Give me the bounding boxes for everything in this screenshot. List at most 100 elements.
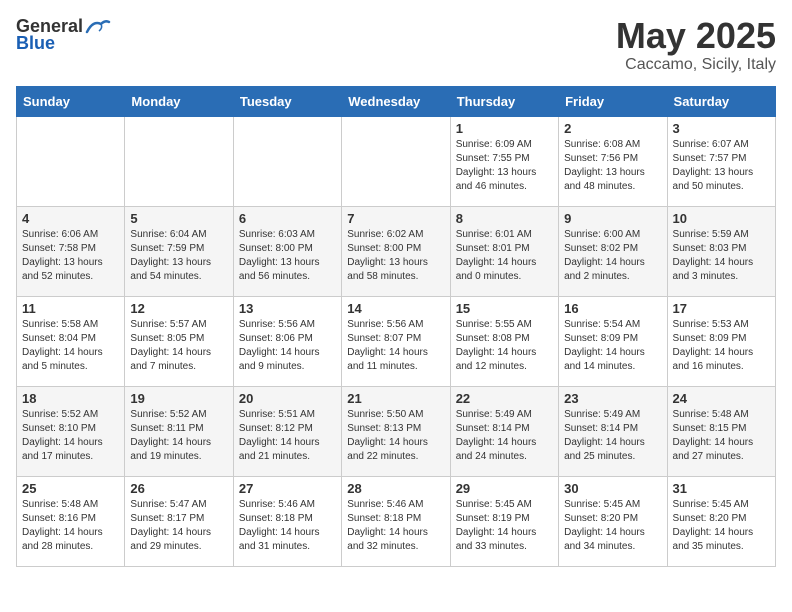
day-number: 19 (130, 391, 227, 406)
month-title: May 2025 (616, 16, 776, 56)
day-number: 16 (564, 301, 661, 316)
day-cell (233, 116, 341, 206)
col-header-monday: Monday (125, 86, 233, 116)
logo-blue: Blue (16, 33, 55, 54)
col-header-thursday: Thursday (450, 86, 558, 116)
day-info: Sunrise: 5:46 AM Sunset: 8:18 PM Dayligh… (239, 498, 336, 554)
day-number: 8 (456, 211, 553, 226)
col-header-friday: Friday (559, 86, 667, 116)
day-info: Sunrise: 5:57 AM Sunset: 8:05 PM Dayligh… (130, 318, 227, 374)
day-cell: 23Sunrise: 5:49 AM Sunset: 8:14 PM Dayli… (559, 386, 667, 476)
logo-bird-icon (85, 18, 111, 36)
day-info: Sunrise: 5:49 AM Sunset: 8:14 PM Dayligh… (456, 408, 553, 464)
day-cell: 14 Sunrise: 5:56 AM Sunset: 8:07 PM Dayli… (342, 296, 450, 386)
header-row: SundayMondayTuesdayWednesdayThursdayFrid… (17, 86, 776, 116)
day-cell (125, 116, 233, 206)
week-row-1: 1Sunrise: 6:09 AM Sunset: 7:55 PM Daylig… (17, 116, 776, 206)
page-header: General Blue May 2025 Caccamo, Sicily, I… (16, 16, 776, 74)
day-cell: 28Sunrise: 5:46 AM Sunset: 8:18 PM Dayli… (342, 476, 450, 566)
day-cell: 3 Sunrise: 6:07 AM Sunset: 7:57 PM Daylig… (667, 116, 775, 206)
day-cell: 6Sunrise: 6:03 AM Sunset: 8:00 PM Daylig… (233, 206, 341, 296)
day-info: Sunrise: 6:08 AM Sunset: 7:56 PM Dayligh… (564, 138, 661, 194)
day-cell: 21 Sunrise: 5:50 AM Sunset: 8:13 PM Dayli… (342, 386, 450, 476)
day-info: Sunrise: 5:45 AM Sunset: 8:20 PM Dayligh… (673, 498, 770, 554)
day-cell: 4 Sunrise: 6:06 AM Sunset: 7:58 PM Daylig… (17, 206, 125, 296)
day-cell: 12 Sunrise: 5:57 AM Sunset: 8:05 PM Dayli… (125, 296, 233, 386)
day-number: 13 (239, 301, 336, 316)
day-cell: 17 Sunrise: 5:53 AM Sunset: 8:09 PM Dayli… (667, 296, 775, 386)
day-info: Sunrise: 5:45 AM Sunset: 8:20 PM Dayligh… (564, 498, 661, 554)
day-info: Sunrise: 5:59 AM Sunset: 8:03 PM Dayligh… (673, 228, 770, 284)
calendar-table: SundayMondayTuesdayWednesdayThursdayFrid… (16, 86, 776, 567)
day-number: 22 (456, 391, 553, 406)
day-number: 4 (22, 211, 119, 226)
day-number: 12 (130, 301, 227, 316)
title-area: May 2025 Caccamo, Sicily, Italy (616, 16, 776, 74)
day-number: 17 (673, 301, 770, 316)
day-info: Sunrise: 5:56 AM Sunset: 8:07 PM Dayligh… (347, 318, 444, 374)
day-info: Sunrise: 5:46 AM Sunset: 8:18 PM Dayligh… (347, 498, 444, 554)
col-header-saturday: Saturday (667, 86, 775, 116)
day-cell: 22 Sunrise: 5:49 AM Sunset: 8:14 PM Dayli… (450, 386, 558, 476)
day-info: Sunrise: 6:06 AM Sunset: 7:58 PM Dayligh… (22, 228, 119, 284)
day-cell: 2 Sunrise: 6:08 AM Sunset: 7:56 PM Daylig… (559, 116, 667, 206)
day-cell: 15 Sunrise: 5:55 AM Sunset: 8:08 PM Dayli… (450, 296, 558, 386)
day-info: Sunrise: 5:49 AM Sunset: 8:14 PM Dayligh… (564, 408, 661, 464)
day-number: 6 (239, 211, 336, 226)
day-cell: 7 Sunrise: 6:02 AM Sunset: 8:00 PM Daylig… (342, 206, 450, 296)
day-cell: 10 Sunrise: 5:59 AM Sunset: 8:03 PM Dayli… (667, 206, 775, 296)
day-info: Sunrise: 5:52 AM Sunset: 8:11 PM Dayligh… (130, 408, 227, 464)
day-cell: 18 Sunrise: 5:52 AM Sunset: 8:10 PM Dayli… (17, 386, 125, 476)
day-cell: 26Sunrise: 5:47 AM Sunset: 8:17 PM Dayli… (125, 476, 233, 566)
day-cell: 5 Sunrise: 6:04 AM Sunset: 7:59 PM Daylig… (125, 206, 233, 296)
day-number: 7 (347, 211, 444, 226)
day-cell: 19 Sunrise: 5:52 AM Sunset: 8:11 PM Dayli… (125, 386, 233, 476)
day-cell: 13 Sunrise: 5:56 AM Sunset: 8:06 PM Dayli… (233, 296, 341, 386)
day-number: 14 (347, 301, 444, 316)
week-row-4: 18 Sunrise: 5:52 AM Sunset: 8:10 PM Dayli… (17, 386, 776, 476)
day-cell: 25Sunrise: 5:48 AM Sunset: 8:16 PM Dayli… (17, 476, 125, 566)
day-number: 10 (673, 211, 770, 226)
day-cell (342, 116, 450, 206)
day-number: 3 (673, 121, 770, 136)
day-cell: 27Sunrise: 5:46 AM Sunset: 8:18 PM Dayli… (233, 476, 341, 566)
day-info: Sunrise: 6:00 AM Sunset: 8:02 PM Dayligh… (564, 228, 661, 284)
col-header-tuesday: Tuesday (233, 86, 341, 116)
week-row-3: 11 Sunrise: 5:58 AM Sunset: 8:04 PM Dayli… (17, 296, 776, 386)
day-info: Sunrise: 5:48 AM Sunset: 8:16 PM Dayligh… (22, 498, 119, 554)
day-info: Sunrise: 6:02 AM Sunset: 8:00 PM Dayligh… (347, 228, 444, 284)
day-info: Sunrise: 6:04 AM Sunset: 7:59 PM Dayligh… (130, 228, 227, 284)
day-number: 11 (22, 301, 119, 316)
day-number: 15 (456, 301, 553, 316)
day-info: Sunrise: 5:56 AM Sunset: 8:06 PM Dayligh… (239, 318, 336, 374)
day-info: Sunrise: 5:58 AM Sunset: 8:04 PM Dayligh… (22, 318, 119, 374)
day-info: Sunrise: 5:53 AM Sunset: 8:09 PM Dayligh… (673, 318, 770, 374)
day-info: Sunrise: 5:52 AM Sunset: 8:10 PM Dayligh… (22, 408, 119, 464)
col-header-sunday: Sunday (17, 86, 125, 116)
day-cell (17, 116, 125, 206)
day-cell: 30 Sunrise: 5:45 AM Sunset: 8:20 PM Dayli… (559, 476, 667, 566)
day-number: 5 (130, 211, 227, 226)
day-cell: 1Sunrise: 6:09 AM Sunset: 7:55 PM Daylig… (450, 116, 558, 206)
day-info: Sunrise: 6:09 AM Sunset: 7:55 PM Dayligh… (456, 138, 553, 194)
day-info: Sunrise: 6:07 AM Sunset: 7:57 PM Dayligh… (673, 138, 770, 194)
day-number: 2 (564, 121, 661, 136)
day-number: 29 (456, 481, 553, 496)
day-number: 9 (564, 211, 661, 226)
day-cell: 9 Sunrise: 6:00 AM Sunset: 8:02 PM Daylig… (559, 206, 667, 296)
week-row-2: 4 Sunrise: 6:06 AM Sunset: 7:58 PM Daylig… (17, 206, 776, 296)
day-number: 24 (673, 391, 770, 406)
day-cell: 24Sunrise: 5:48 AM Sunset: 8:15 PM Dayli… (667, 386, 775, 476)
day-cell: 31 Sunrise: 5:45 AM Sunset: 8:20 PM Dayli… (667, 476, 775, 566)
day-number: 31 (673, 481, 770, 496)
day-info: Sunrise: 5:55 AM Sunset: 8:08 PM Dayligh… (456, 318, 553, 374)
day-cell: 20 Sunrise: 5:51 AM Sunset: 8:12 PM Dayli… (233, 386, 341, 476)
day-number: 20 (239, 391, 336, 406)
day-number: 18 (22, 391, 119, 406)
day-number: 21 (347, 391, 444, 406)
day-info: Sunrise: 5:50 AM Sunset: 8:13 PM Dayligh… (347, 408, 444, 464)
day-info: Sunrise: 5:45 AM Sunset: 8:19 PM Dayligh… (456, 498, 553, 554)
day-number: 30 (564, 481, 661, 496)
day-info: Sunrise: 5:51 AM Sunset: 8:12 PM Dayligh… (239, 408, 336, 464)
col-header-wednesday: Wednesday (342, 86, 450, 116)
